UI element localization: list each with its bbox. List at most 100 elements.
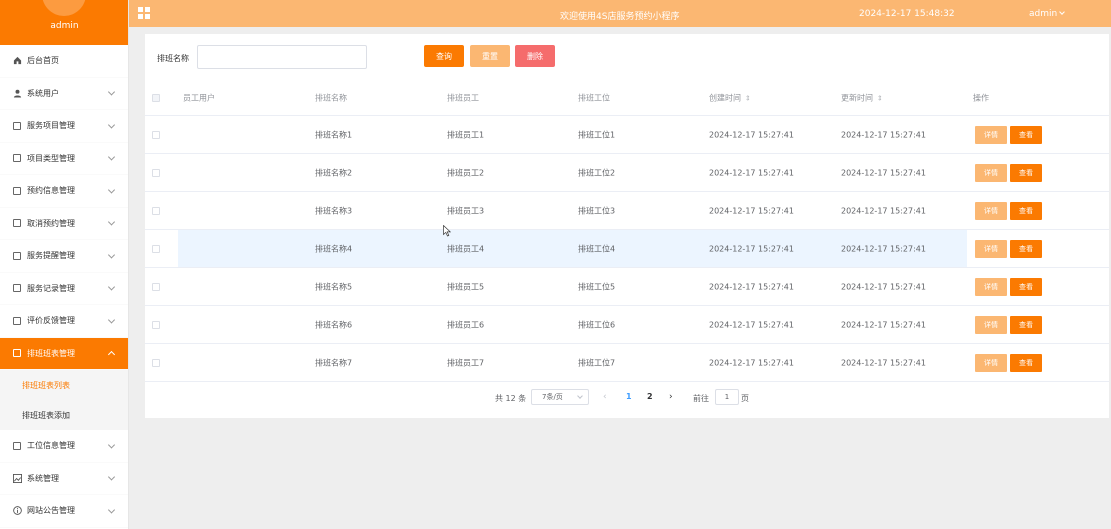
table-row[interactable]: 排班名称5 排班员工5 排班工位5 2024-12-17 15:27:41 2024-1… (145, 268, 1109, 306)
cell-position: 排班工位6 (578, 320, 616, 329)
page-size-select[interactable]: 7条/页 (531, 389, 589, 405)
cell-employee: 排班员工6 (447, 320, 485, 329)
row-checkbox[interactable] (152, 168, 160, 177)
row-checkbox[interactable] (152, 206, 160, 215)
select-all-checkbox[interactable] (152, 93, 160, 102)
sidebar-item-home[interactable]: 后台首页 (0, 45, 128, 78)
sidebar-item-schedules[interactable]: 排班班表管理 (0, 337, 128, 370)
detail-button[interactable]: 详情 (975, 125, 1007, 144)
table-row[interactable]: 排班名称7 排班员工7 排班工位7 2024-12-17 15:27:41 2024-1… (145, 344, 1109, 382)
delete-button[interactable]: 删除 (515, 45, 555, 67)
sidebar-item-label: 排班班表管理 (27, 348, 75, 358)
table-row[interactable]: 排班名称1 排班员工1 排班工位1 2024-12-17 15:27:41 2024-1… (145, 116, 1109, 154)
cell-position: 排班工位7 (578, 358, 616, 367)
column-header-user: 员工用户 (183, 93, 215, 102)
cell-updated: 2024-12-17 15:27:41 (841, 168, 926, 177)
cell-position: 排班工位5 (578, 282, 616, 291)
detail-button[interactable]: 详情 (975, 277, 1007, 296)
detail-button[interactable]: 详情 (975, 239, 1007, 258)
goto-suffix: 页 (741, 394, 749, 403)
cell-updated: 2024-12-17 15:27:41 (841, 320, 926, 329)
sidebar-item-system-users[interactable]: 系统用户 (0, 78, 128, 110)
cell-updated: 2024-12-17 15:27:41 (841, 282, 926, 291)
table-row[interactable]: 排班名称2 排班员工2 排班工位2 2024-12-17 15:27:41 2024-1… (145, 154, 1109, 192)
chevron-down-icon (107, 441, 116, 449)
document-icon (12, 441, 22, 451)
next-page-button[interactable]: › (669, 392, 673, 402)
document-icon (12, 121, 22, 131)
sidebar-item-announcements[interactable]: 网站公告管理 (0, 495, 128, 528)
detail-button[interactable]: 详情 (975, 201, 1007, 220)
cell-created: 2024-12-17 15:27:41 (709, 320, 794, 329)
goto-label: 前往 (693, 394, 709, 403)
column-header-created[interactable]: 创建时间 ⇕ (709, 92, 751, 103)
row-checkbox[interactable] (152, 130, 160, 139)
document-icon (12, 251, 22, 261)
column-header-employee: 排班员工 (447, 93, 479, 102)
detail-button[interactable]: 详情 (975, 163, 1007, 182)
cell-created: 2024-12-17 15:27:41 (709, 358, 794, 367)
sidebar-subitem-schedule-list[interactable]: 排班班表列表 (0, 370, 128, 400)
table-row[interactable]: 排班名称3 排班员工3 排班工位3 2024-12-17 15:27:41 2024-1… (145, 192, 1109, 230)
home-icon (12, 56, 22, 66)
view-button[interactable]: 查看 (1010, 201, 1042, 220)
cell-position: 排班工位4 (578, 244, 616, 253)
query-button[interactable]: 查询 (424, 45, 464, 67)
table-row[interactable]: 排班名称4 排班员工4 排班工位4 2024-12-17 15:27:41 2024-1… (145, 230, 1109, 268)
avatar[interactable] (42, 0, 86, 16)
cell-position: 排班工位2 (578, 168, 616, 177)
cell-position: 排班工位1 (578, 130, 616, 139)
detail-button[interactable]: 详情 (975, 315, 1007, 334)
top-bar: 欢迎使用4S店服务预约小程序 2024-12-17 15:48:32 admin (129, 0, 1111, 27)
sidebar-item-service-projects[interactable]: 服务项目管理 (0, 110, 128, 143)
cell-name: 排班名称1 (315, 130, 353, 139)
view-button[interactable]: 查看 (1010, 315, 1042, 334)
view-button[interactable]: 查看 (1010, 353, 1042, 372)
sidebar-item-workstations[interactable]: 工位信息管理 (0, 430, 128, 463)
cell-updated: 2024-12-17 15:27:41 (841, 206, 926, 215)
sidebar-item-label: 服务提醒管理 (27, 251, 75, 261)
goto-page-input[interactable]: 1 (715, 389, 739, 405)
sidebar-item-system-management[interactable]: 系统管理 (0, 463, 128, 495)
prev-page-button[interactable]: ‹ (603, 392, 607, 402)
page-1-button[interactable]: 1 (626, 392, 632, 401)
detail-button[interactable]: 详情 (975, 353, 1007, 372)
sidebar-item-label: 预约信息管理 (27, 186, 75, 196)
cell-employee: 排班员工1 (447, 130, 485, 139)
view-button[interactable]: 查看 (1010, 239, 1042, 258)
chevron-down-icon (107, 316, 116, 324)
row-checkbox[interactable] (152, 244, 160, 253)
row-checkbox[interactable] (152, 282, 160, 291)
view-button[interactable]: 查看 (1010, 277, 1042, 296)
reset-button[interactable]: 重置 (470, 45, 510, 67)
chevron-down-icon (107, 88, 116, 96)
user-dropdown[interactable]: admin (1029, 9, 1066, 19)
sidebar-subitem-schedule-add[interactable]: 排班班表添加 (0, 400, 128, 430)
table-row[interactable]: 排班名称6 排班员工6 排班工位6 2024-12-17 15:27:41 2024-1… (145, 306, 1109, 344)
menu-grid-icon[interactable] (138, 7, 150, 19)
chevron-down-icon (107, 506, 116, 514)
sidebar-item-label: 系统用户 (27, 88, 59, 98)
sort-icon[interactable]: ⇕ (877, 94, 883, 102)
info-icon (12, 506, 22, 516)
sidebar-item-cancellations[interactable]: 取消预约管理 (0, 208, 128, 240)
page-2-button[interactable]: 2 (647, 392, 653, 401)
sidebar-item-feedback[interactable]: 评价反馈管理 (0, 305, 128, 338)
cell-employee: 排班员工7 (447, 358, 485, 367)
chevron-down-icon (107, 251, 116, 259)
sidebar-item-project-types[interactable]: 项目类型管理 (0, 143, 128, 175)
sidebar-item-reminders[interactable]: 服务提醒管理 (0, 240, 128, 273)
view-button[interactable]: 查看 (1010, 125, 1042, 144)
schedule-table: 员工用户 排班名称 排班员工 排班工位 创建时间 ⇕ 更新时间 ⇕ 操作 排班名称1… (145, 80, 1109, 382)
sidebar-item-service-records[interactable]: 服务记录管理 (0, 273, 128, 305)
view-button[interactable]: 查看 (1010, 163, 1042, 182)
pagination: 共 12 条 7条/页 ‹ 1 2 › 前往 1 页 (145, 389, 1109, 405)
row-checkbox[interactable] (152, 320, 160, 329)
column-header-updated[interactable]: 更新时间 ⇕ (841, 92, 883, 103)
row-checkbox[interactable] (152, 358, 160, 367)
document-icon (12, 316, 22, 326)
schedule-name-input[interactable] (197, 45, 367, 69)
page-size-value: 7条/页 (542, 393, 563, 401)
sort-icon[interactable]: ⇕ (745, 94, 751, 102)
sidebar-item-appointments[interactable]: 预约信息管理 (0, 175, 128, 208)
